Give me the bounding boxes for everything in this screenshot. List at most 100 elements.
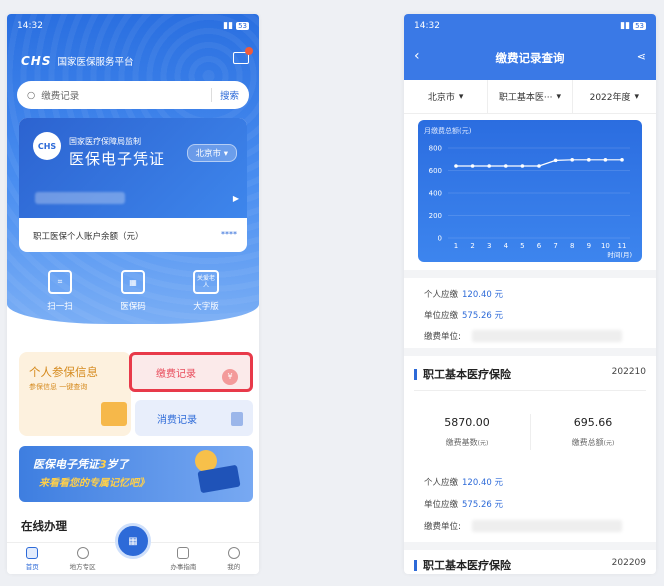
search-bar[interactable]: ○ 缴费记录 搜索 <box>17 81 249 109</box>
chart-svg: 月缴费总额(元) 0 200 400 600 800 1 2 3 4 5 6 7 8 9 10 11时间(月) <box>424 126 632 259</box>
status-time: 14:32 <box>17 21 43 31</box>
x-tick-label: 9 <box>587 242 591 250</box>
search-input[interactable]: 缴费记录 <box>41 88 79 102</box>
insurance-card[interactable]: CHS 国家医疗保障局监制 医保电子凭证 北京市 ▾ ▶ 职工医保个人账户余额（… <box>19 118 247 252</box>
total-label: 缴费总额(元) <box>530 437 656 448</box>
divider <box>404 348 656 356</box>
chevron-down-icon: ▾ <box>223 149 228 159</box>
qrcode-icon: ▦ <box>128 535 138 547</box>
quick-label: 医保码 <box>120 302 146 312</box>
banner-line1: 医保电子凭证3岁了 <box>33 456 129 472</box>
banner-line2: 来看看您的专属记忆吧》 <box>39 478 149 489</box>
home-screen: 14:32 ▮▮ 53 CHS 国家医保服务平台 ○ 缴费记录 搜索 CHS 国家… <box>7 14 259 574</box>
caret-down-icon: ▾ <box>556 91 562 102</box>
quick-scan[interactable]: ⌗ 扫一扫 <box>25 270 95 312</box>
quick-large-font[interactable]: 关爱老人 大字版 <box>171 270 241 312</box>
unit-value: 575.26 元 <box>462 311 503 321</box>
chs-card-logo: CHS <box>33 132 61 160</box>
battery-icon: 53 <box>236 22 249 30</box>
total-label-text: 缴费总额 <box>571 438 604 447</box>
filter-city[interactable]: 北京市 ▾ <box>404 80 489 113</box>
tab-guide[interactable]: 办事指南 <box>163 547 203 571</box>
org-label: 缴费单位: <box>424 332 461 342</box>
qrcode-icon: ▦ <box>121 270 145 294</box>
data-point <box>587 158 591 162</box>
card-supervisor: 国家医疗保障局监制 <box>69 137 141 146</box>
data-point <box>553 158 558 163</box>
promo-banner[interactable]: 医保电子凭证3岁了 来看看您的专属记忆吧》 <box>19 446 253 502</box>
personal-label: 个人应缴 <box>424 478 459 488</box>
filter-label: 职工基本医··· <box>498 93 553 103</box>
user-icon <box>227 547 240 559</box>
divider <box>404 542 656 550</box>
x-tick-label: 2 <box>470 242 474 250</box>
data-point <box>570 158 574 162</box>
divider <box>404 270 656 278</box>
filter-label: 2022年度 <box>589 93 631 103</box>
city-selector[interactable]: 北京市 ▾ <box>186 144 237 162</box>
payment-records-tile[interactable]: 缴费记录 ¥ <box>129 352 253 392</box>
payment-query-screen: 14:32 ▮▮ 53 ‹ 缴费记录查询 ⋖ 北京市 ▾ 职工基本医··· ▾ 202… <box>404 14 656 574</box>
x-tick-label: 8 <box>570 242 574 250</box>
quick-label: 扫一扫 <box>47 302 73 312</box>
search-icon: ○ <box>27 89 36 101</box>
section-date: 202210 <box>611 367 646 377</box>
unit-label: (元) <box>477 440 489 447</box>
data-point <box>537 164 541 168</box>
x-axis-label: 时间(月) <box>607 250 632 259</box>
x-tick-label: 7 <box>553 242 557 250</box>
unit-label: (元) <box>603 440 615 447</box>
y-tick-label: 0 <box>438 235 442 243</box>
yuan-icon: ¥ <box>222 369 238 385</box>
personal-row: 个人应缴 120.40 元 <box>424 476 503 488</box>
tab-mine[interactable]: 我的 <box>214 547 254 571</box>
status-bar: 14:32 ▮▮ 53 <box>404 14 656 38</box>
data-point <box>620 158 624 162</box>
base-value: 5870.00 <box>444 416 490 429</box>
personal-value: 120.40 元 <box>462 290 503 300</box>
chart-title: 月缴费总额(元) <box>424 126 472 135</box>
quick-qrcode[interactable]: ▦ 医保码 <box>98 270 168 312</box>
online-section-title: 在线办理 <box>21 519 67 533</box>
play-icon[interactable]: ▶ <box>233 194 239 203</box>
notification-dot <box>245 47 253 55</box>
y-tick-label: 600 <box>429 167 442 175</box>
org-row: 缴费单位: <box>424 520 461 532</box>
personal-label: 个人应缴 <box>424 290 459 300</box>
brand-name: 国家医保服务平台 <box>57 57 134 68</box>
section-date: 202209 <box>611 558 646 568</box>
qr-fab-button[interactable]: ▦ <box>115 523 151 559</box>
section-title: 职工基本医疗保险 <box>414 366 511 382</box>
balance-masked[interactable]: **** <box>221 230 237 239</box>
banner-text: 岁了 <box>106 458 129 471</box>
signal-icon: ▮▮ <box>223 21 234 31</box>
filter-label: 北京市 <box>427 93 455 103</box>
tab-local[interactable]: 地方专区 <box>63 547 103 571</box>
mail-icon[interactable] <box>233 47 253 64</box>
search-button[interactable]: 搜索 <box>210 88 239 102</box>
x-tick-label: 10 <box>601 242 610 250</box>
banner-num: 3 <box>99 458 107 471</box>
chs-logo: CHS <box>21 54 52 68</box>
total-stat: 695.66 缴费总额(元) <box>530 416 656 448</box>
consume-records-tile[interactable]: 消费记录 <box>135 400 253 436</box>
x-tick-label: 11 <box>618 242 627 250</box>
location-icon <box>76 547 89 559</box>
tab-label: 办事指南 <box>170 563 197 571</box>
total-value: 695.66 <box>573 416 613 429</box>
tab-home[interactable]: 首页 <box>12 547 52 571</box>
personal-info-tile[interactable]: 个人参保信息 参保信息 一键查询 <box>19 352 131 436</box>
share-icon[interactable]: ⋖ <box>637 50 646 63</box>
divider-line <box>414 390 646 391</box>
status-bar: 14:32 ▮▮ 53 <box>7 14 259 38</box>
caret-down-icon: ▾ <box>634 91 640 102</box>
tab-label: 首页 <box>25 563 39 571</box>
base-label: 缴费基数(元) <box>404 437 530 448</box>
document-icon <box>177 547 190 559</box>
y-tick-label: 400 <box>429 190 442 198</box>
monthly-chart: 月缴费总额(元) 0 200 400 600 800 1 2 3 4 5 6 7 8 9 10 11 时间(月) <box>418 120 642 262</box>
filter-insurance[interactable]: 职工基本医··· ▾ <box>488 80 573 113</box>
filter-year[interactable]: 2022年度 ▾ <box>573 80 656 113</box>
y-tick-label: 800 <box>429 145 442 153</box>
masked-org <box>472 520 622 532</box>
